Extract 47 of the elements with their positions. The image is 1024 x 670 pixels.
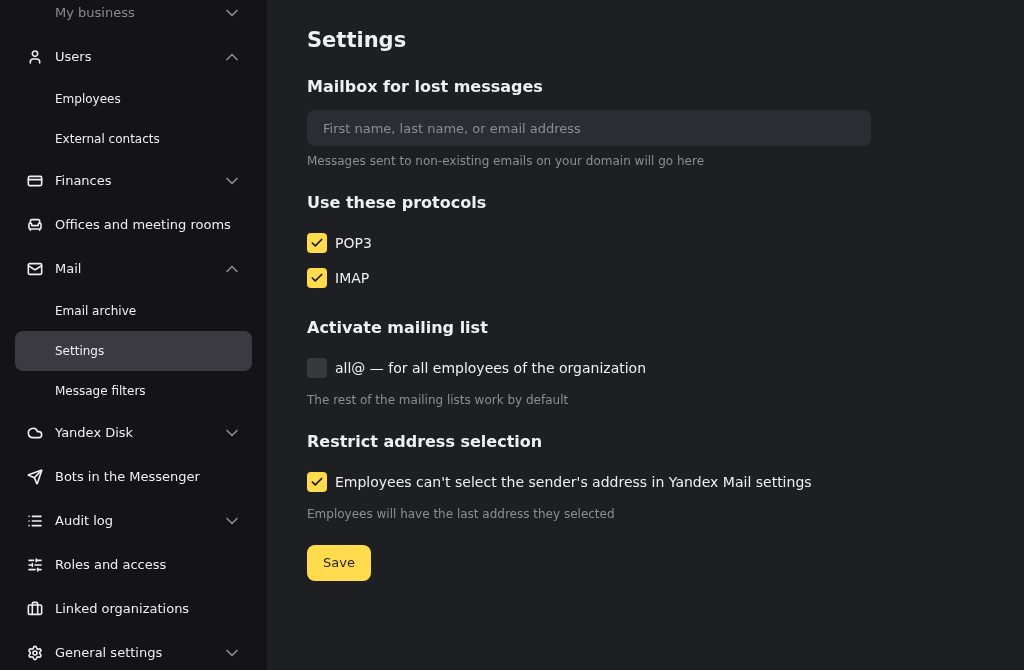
nav-item[interactable]: Finances [15, 159, 252, 203]
nav-item[interactable]: My business [15, 0, 252, 35]
nav-item[interactable]: Yandex Disk [15, 411, 252, 455]
save-button[interactable]: Save [307, 545, 371, 581]
hint-text: Employees will have the last address they selected [307, 506, 616, 523]
section-heading: Use these protocols [307, 192, 488, 214]
checkbox-label: IMAP [335, 268, 370, 288]
checkbox-label: all@ — for all employees of the organization [335, 358, 647, 378]
checkbox-label: Employees can't select the sender's address in Yandex Mail settings [335, 472, 812, 492]
nav-subitem[interactable]: Employees [15, 79, 252, 119]
user-icon [27, 49, 43, 65]
check-icon [310, 236, 324, 250]
chair-icon [27, 217, 43, 233]
checkbox[interactable] [307, 268, 327, 288]
cloud-icon [27, 425, 43, 441]
section-heading: Activate mailing list [307, 317, 489, 339]
nav-item[interactable]: Users [15, 35, 252, 79]
check-icon [310, 271, 324, 285]
card-icon [27, 173, 43, 189]
nav-item[interactable]: Offices and meeting rooms [15, 203, 252, 247]
nav-item[interactable]: Audit log [15, 499, 252, 543]
nav-subitem[interactable]: Email archive [15, 291, 252, 331]
check-icon [310, 475, 324, 489]
nav-subitem[interactable]: Settings [15, 331, 252, 371]
section-heading: Mailbox for lost messages [307, 76, 544, 98]
page-title: Settings [307, 27, 408, 54]
nav-item[interactable]: Mail [15, 247, 252, 291]
nav-item[interactable]: Bots in the Messenger [15, 455, 252, 499]
checkbox[interactable] [307, 233, 327, 253]
nav-subitem[interactable]: External contacts [15, 119, 252, 159]
briefcase-icon [27, 601, 43, 617]
paper-plane-icon [27, 469, 43, 485]
email-field[interactable]: First name, last name, or email address [307, 110, 871, 146]
envelope-icon [27, 261, 43, 277]
nav-item[interactable]: Linked organizations [15, 587, 252, 631]
nav-item[interactable]: Roles and access [15, 543, 252, 587]
section-heading: Restrict address selection [307, 431, 544, 453]
nav-item[interactable]: General settings [15, 631, 252, 670]
hint-text: The rest of the mailing lists work by default [307, 392, 570, 409]
checkbox[interactable] [307, 358, 327, 378]
sliders-icon [27, 557, 43, 573]
hint-text: Messages sent to non-existing emails on your domain will go here [307, 153, 706, 170]
settings-icon [27, 645, 43, 661]
checkbox-label: POP3 [335, 233, 372, 253]
checkbox[interactable] [307, 472, 327, 492]
nav-subitem[interactable]: Message filters [15, 371, 252, 411]
list-icon [27, 513, 43, 529]
